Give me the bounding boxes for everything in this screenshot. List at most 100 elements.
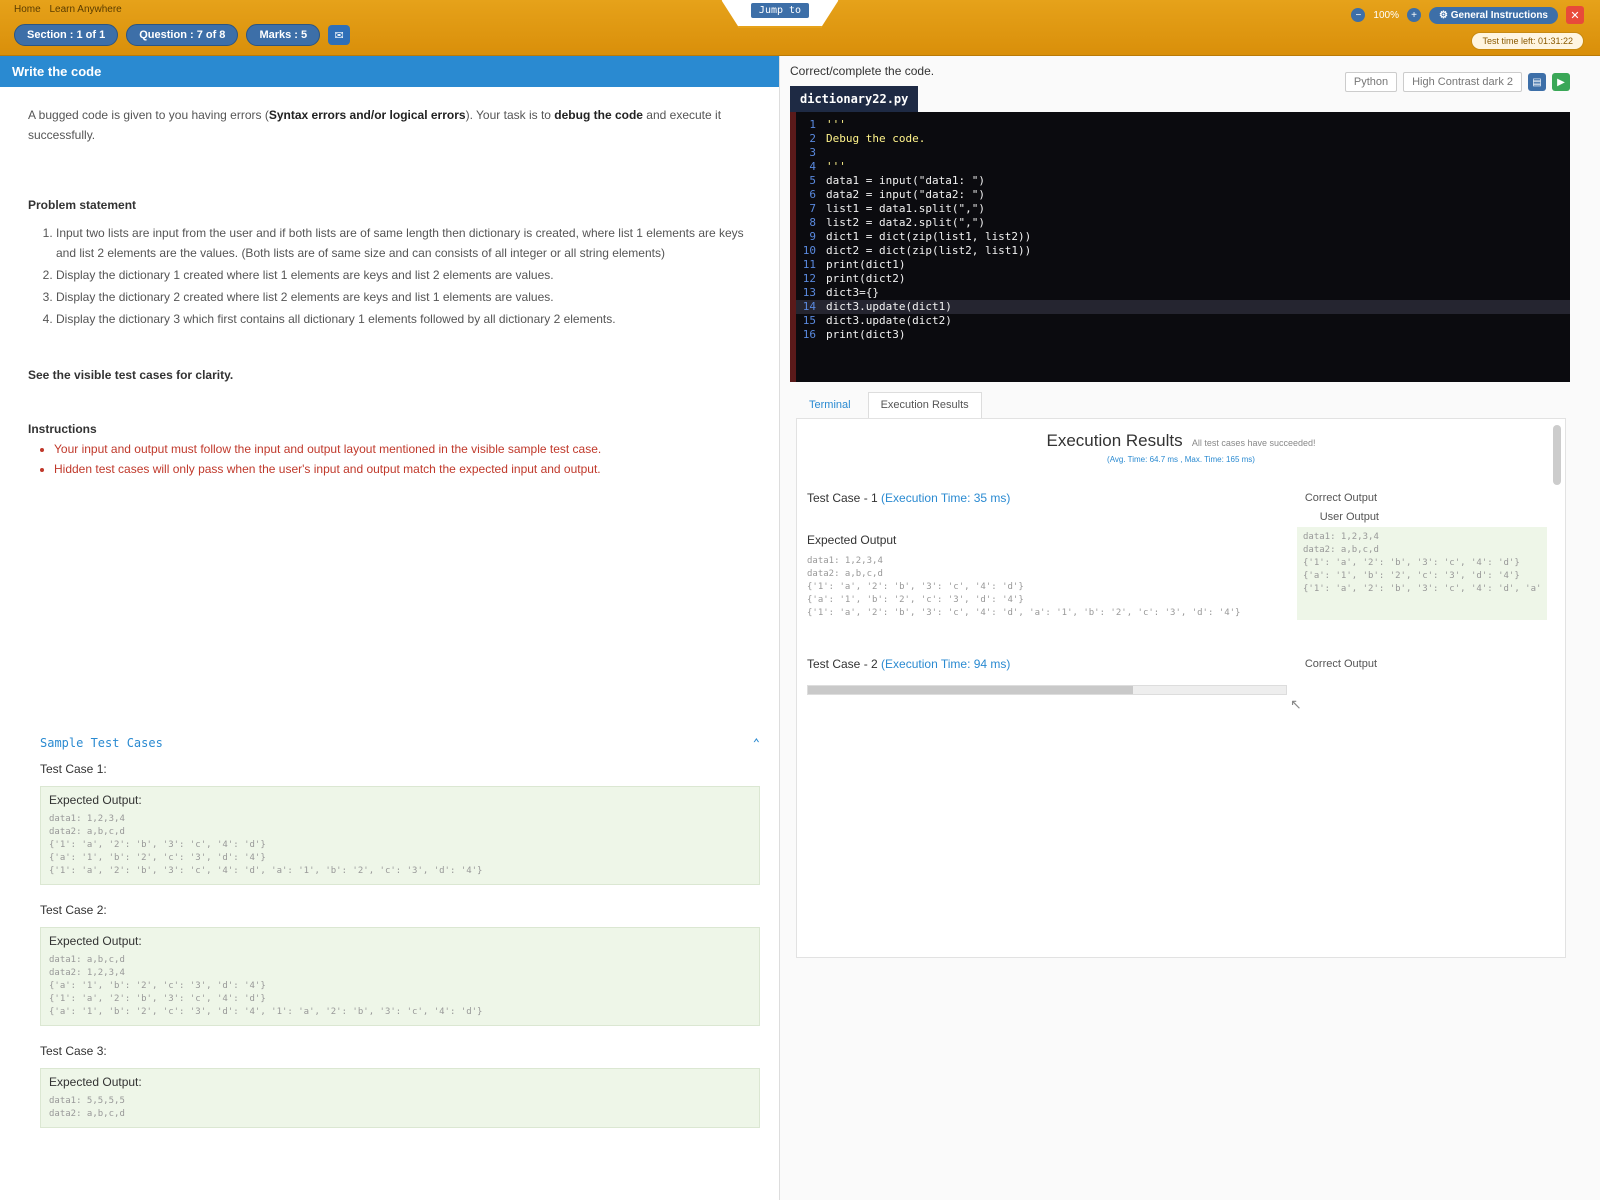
code-line[interactable]: 12 print(dict2) (796, 272, 1570, 286)
output-line: data1: a,b,c,d (49, 955, 125, 965)
results-header: Execution Results All test cases have su… (797, 431, 1565, 464)
code-text[interactable]: dict1 = dict(zip(list1, list2)) (826, 230, 1031, 244)
code-line[interactable]: 7 list1 = data1.split(",") (796, 202, 1570, 216)
line-number: 14 (802, 300, 816, 313)
tab-terminal[interactable]: Terminal (796, 392, 864, 418)
code-text[interactable]: ''' (826, 118, 846, 132)
code-text[interactable]: data2 = input("data2: ") (826, 188, 985, 202)
code-line[interactable]: 1 ''' (796, 118, 1570, 132)
test-case-label: Test Case 3: (40, 1044, 107, 1058)
save-icon[interactable]: ▤ (1528, 73, 1546, 91)
code-editor[interactable]: 1 ''' 2 Debug the code. 3 4 ''' 5 data1 = input(… (790, 112, 1570, 382)
code-text[interactable]: print(dict3) (826, 328, 905, 342)
output-line: data1: 1,2,3,4 (49, 814, 125, 824)
language-select[interactable]: Python (1344, 72, 1398, 92)
code-text[interactable]: data1 = input("data1: ") (826, 174, 985, 188)
tab-execution-results[interactable]: Execution Results (867, 392, 982, 418)
output-line: data1: 5,5,5,5 (49, 1096, 125, 1106)
code-text[interactable]: Debug the code. (826, 132, 925, 146)
code-line[interactable]: 6 data2 = input("data2: ") (796, 188, 1570, 202)
output-line: data2: a,b,c,d (49, 827, 125, 837)
question-pill[interactable]: Question : 7 of 8 (126, 24, 239, 46)
line-number: 13 (802, 286, 816, 299)
expected-output-column: Expected Output data1: 1,2,3,4 data2: a,… (807, 527, 1297, 620)
output-line: {'1': 'a', '2': 'b', '3': 'c', '4': 'd'} (49, 994, 266, 1004)
code-line[interactable]: 14 dict3.update(dict1) (796, 300, 1570, 314)
collapse-icon[interactable]: ⌃ (753, 736, 760, 750)
top-right-controls: − 100% + ⚙ General Instructions ✕ (1351, 6, 1584, 24)
expected-output-label: Expected Output: (49, 1075, 142, 1089)
result-case-header: Test Case - 1 (Execution Time: 35 ms) Co… (807, 491, 1547, 505)
instructions-list: Your input and output must follow the in… (28, 439, 751, 479)
code-line[interactable]: 8 list2 = data2.split(",") (796, 216, 1570, 230)
close-button[interactable]: ✕ (1566, 6, 1584, 24)
code-text[interactable]: print(dict2) (826, 272, 905, 286)
problem-item: Display the dictionary 3 which first con… (56, 309, 751, 329)
code-line[interactable]: 4 ''' (796, 160, 1570, 174)
line-number: 3 (809, 146, 816, 159)
sample-test-cases: Sample Test Cases ⌃ Test Case 1: Expecte… (40, 736, 760, 1146)
execution-time: (Execution Time: 94 ms) (881, 657, 1011, 671)
code-text[interactable]: dict3={} (826, 286, 879, 300)
output-line: {'a': '1', 'b': '2', 'c': '3', 'd': '4'} (1303, 571, 1520, 581)
result-case-name: Test Case - 1 (807, 491, 878, 505)
results-timing: (Avg. Time: 64.7 ms , Max. Time: 165 ms) (1107, 455, 1255, 464)
section-pill[interactable]: Section : 1 of 1 (14, 24, 119, 46)
code-line[interactable]: 2 Debug the code. (796, 132, 1570, 146)
theme-select[interactable]: High Contrast dark 2 (1403, 72, 1522, 92)
test-case: Test Case 1: Expected Output: data1: 1,2… (40, 762, 760, 885)
editor-toolbar: Python High Contrast dark 2 ▤ ▶ (1344, 72, 1570, 92)
output-tabs: Terminal Execution Results (796, 392, 982, 418)
intro-emphasis: Syntax errors and/or logical errors (268, 108, 466, 122)
code-line[interactable]: 15 dict3.update(dict2) (796, 314, 1570, 328)
user-output-label: User Output (1319, 511, 1379, 523)
output-line: {'1': 'a', '2': 'b', '3': 'c', '4': 'd'} (807, 582, 1024, 592)
problem-description: A bugged code is given to you having err… (0, 87, 779, 497)
correct-output-label: Correct Output (1304, 658, 1377, 670)
jump-to-button[interactable]: Jump to (750, 3, 810, 18)
correct-output-label: Correct Output (1304, 492, 1377, 504)
user-output-column: data1: 1,2,3,4 data2: a,b,c,d {'1': 'a',… (1297, 527, 1547, 620)
code-text[interactable]: dict3.update(dict2) (826, 314, 952, 328)
sample-tests-header: Sample Test Cases ⌃ (40, 736, 760, 750)
line-number: 15 (802, 314, 816, 327)
code-line[interactable]: 13 dict3={} (796, 286, 1570, 300)
code-text[interactable]: list1 = data1.split(",") (826, 202, 985, 216)
code-line[interactable]: 10 dict2 = dict(zip(list2, list1)) (796, 244, 1570, 258)
output-line: data1: 1,2,3,4 (1303, 532, 1379, 542)
run-icon[interactable]: ▶ (1552, 73, 1570, 91)
results-scrollbar[interactable] (1553, 425, 1561, 485)
code-text[interactable]: ''' (826, 160, 846, 174)
file-tab[interactable]: dictionary22.py (790, 86, 919, 112)
code-panel-title: Correct/complete the code. (790, 64, 935, 78)
result-columns: Expected Output data1: 1,2,3,4 data2: a,… (807, 527, 1547, 620)
output-line: {'a': '1', 'b': '2', 'c': '3', 'd': '4',… (49, 1007, 483, 1017)
code-line[interactable]: 11 print(dict1) (796, 258, 1570, 272)
code-line[interactable]: 5 data1 = input("data1: ") (796, 174, 1570, 188)
zoom-out-button[interactable]: − (1351, 8, 1366, 22)
intro-part: ). Your task is to (465, 108, 555, 122)
expected-output-box: Expected Output: data1: 5,5,5,5 data2: a… (40, 1068, 760, 1128)
test-case-label: Test Case 1: (40, 762, 107, 776)
expected-output-label: Expected Output (807, 533, 897, 547)
breadcrumb-course[interactable]: Learn Anywhere (49, 4, 121, 15)
section-title: Write the code (0, 56, 779, 87)
chat-icon[interactable]: ✉ (328, 25, 351, 45)
code-text[interactable]: dict3.update(dict1) (826, 300, 952, 314)
breadcrumb-home[interactable]: Home (14, 4, 41, 15)
zoom-in-button[interactable]: + (1407, 8, 1421, 22)
general-instructions-button[interactable]: ⚙ General Instructions (1429, 6, 1558, 24)
code-line[interactable]: 3 (796, 146, 1570, 160)
code-line[interactable]: 9 dict1 = dict(zip(list1, list2)) (796, 230, 1570, 244)
sample-tests-title: Sample Test Cases (40, 736, 163, 750)
code-text[interactable]: list2 = data2.split(",") (826, 216, 985, 230)
problem-list: Input two lists are input from the user … (28, 223, 751, 329)
output-line: {'1': 'a', '2': 'b', '3': 'c', '4': 'd',… (807, 608, 1241, 618)
instruction-item: Hidden test cases will only pass when th… (54, 459, 751, 479)
code-panel: Correct/complete the code. dictionary22.… (780, 56, 1600, 1200)
code-text[interactable]: print(dict1) (826, 258, 905, 272)
clarity-note: See the visible test cases for clarity. (28, 368, 234, 382)
code-text[interactable]: dict2 = dict(zip(list2, list1)) (826, 244, 1031, 258)
output-line: data2: a,b,c,d (807, 569, 883, 579)
code-line[interactable]: 16 print(dict3) (796, 328, 1570, 342)
